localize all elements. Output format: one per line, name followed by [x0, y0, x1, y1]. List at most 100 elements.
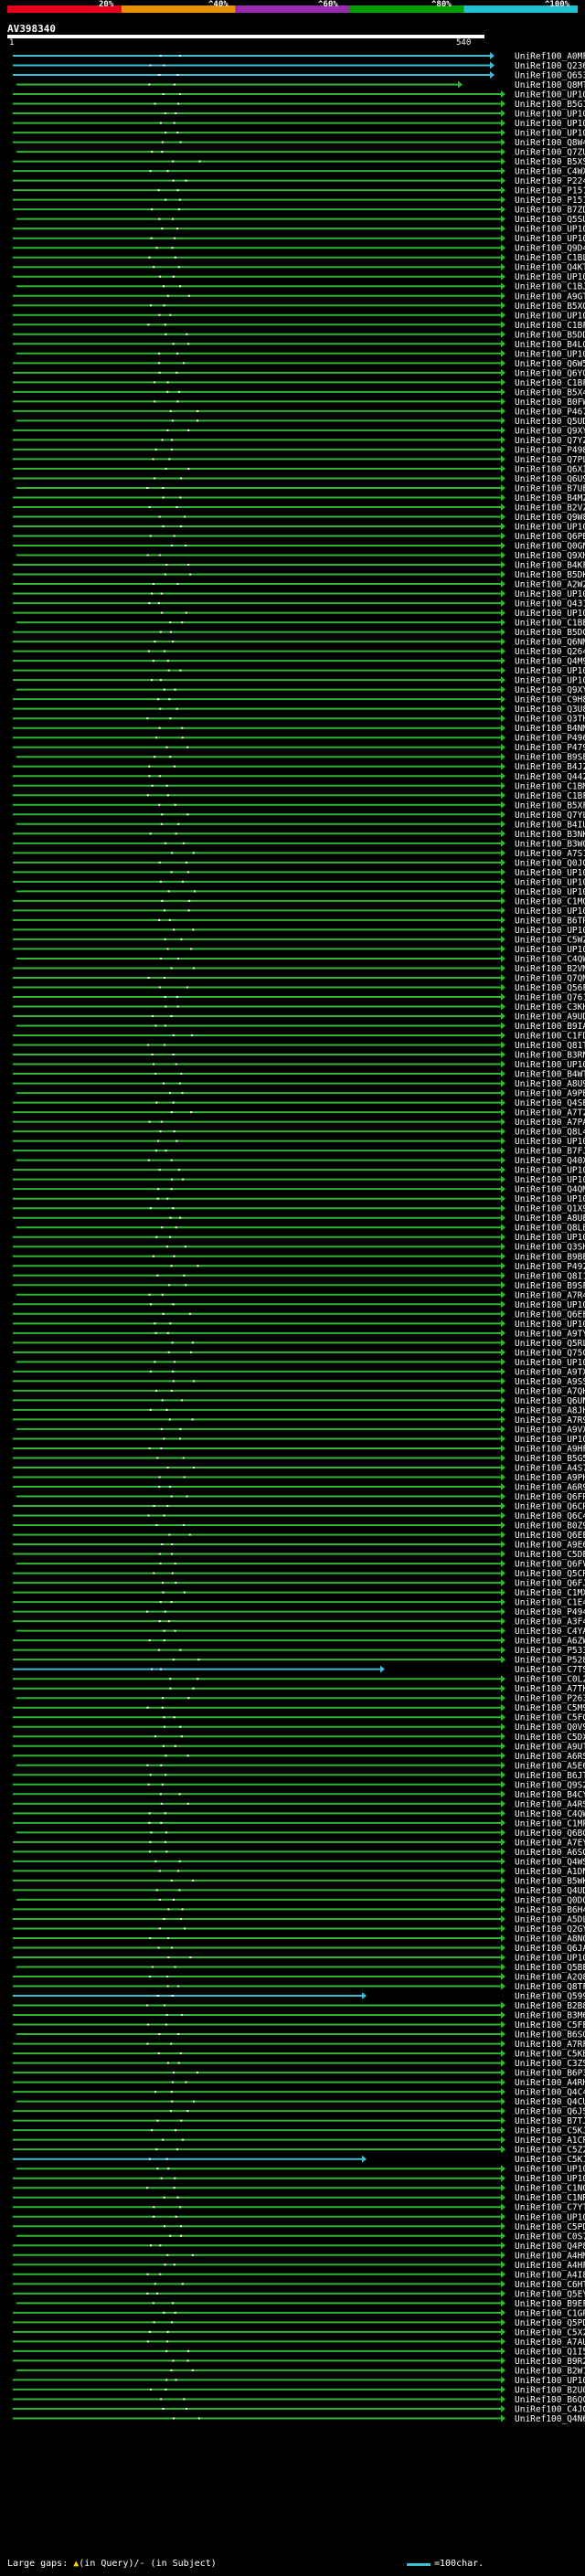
hit-name-link[interactable]: UniRef100_C7TS56 — [515, 1665, 585, 1675]
hit-row[interactable]: UniRef100_UP1000... — [13, 1320, 585, 1330]
hit-row[interactable]: UniRef100_A9HFA0 — [13, 1444, 585, 1454]
hit-name-link[interactable]: UniRef100_A9UT63 — [515, 1742, 585, 1752]
hit-row[interactable]: UniRef100_C5KB00 — [13, 2050, 585, 2060]
hit-name-link[interactable]: UniRef100_Q6W5Q2 — [515, 359, 585, 369]
hit-name-link[interactable]: UniRef100_A2W2C3 — [515, 580, 585, 590]
hit-name-link[interactable]: UniRef100_Q43138 — [515, 599, 585, 610]
hit-name-link[interactable]: UniRef100_Q5RLY8 — [515, 1339, 585, 1349]
hit-row[interactable]: UniRef100_A2W2C3 — [13, 580, 585, 590]
hit-name-link[interactable]: UniRef100_Q4M9M0 — [515, 657, 585, 667]
hit-row[interactable]: UniRef100_B4J219 — [13, 762, 585, 772]
hit-name-link[interactable]: UniRef100_UP1000... — [515, 609, 585, 619]
hit-name-link[interactable]: UniRef100_A1DN72 — [515, 1867, 585, 1877]
hit-row[interactable]: UniRef100_UP1000... — [13, 589, 585, 599]
hit-row[interactable]: UniRef100_B9R2C6 — [13, 2357, 585, 2367]
hit-name-link[interactable]: UniRef100_P47962 — [515, 743, 585, 753]
hit-row[interactable]: UniRef100_C1NRD6 — [13, 2193, 585, 2203]
hit-name-link[interactable]: UniRef100_B5XSS8 — [515, 157, 585, 167]
hit-name-link[interactable]: UniRef100_B9EFM2 — [515, 2299, 585, 2309]
hit-name-link[interactable]: UniRef100_Q6EE83 — [515, 1309, 585, 1320]
hit-row[interactable]: UniRef100_Q3TKR5 — [13, 715, 585, 725]
hit-row[interactable]: UniRef100_Q6JAM5 — [13, 1944, 585, 1954]
hit-name-link[interactable]: UniRef100_Q4N6R4 — [515, 2414, 585, 2424]
hit-name-link[interactable]: UniRef100_B7UEB4 — [515, 483, 585, 493]
hit-row[interactable]: UniRef100_A9PH69 — [13, 1473, 585, 1483]
hit-row[interactable]: UniRef100_B9BEM3 — [13, 1252, 585, 1262]
hit-name-link[interactable]: UniRef100_C4JCX7 — [515, 2404, 585, 2414]
hit-row[interactable]: UniRef100_A1DN72 — [13, 1867, 585, 1877]
hit-row[interactable]: UniRef100_A5E640 — [16, 1761, 585, 1771]
hit-name-link[interactable]: UniRef100_B7TJH5 — [515, 2116, 585, 2126]
hit-name-link[interactable]: UniRef100_Q7YL67 — [515, 811, 585, 821]
hit-name-link[interactable]: UniRef100_B3M696 — [515, 2011, 585, 2021]
hit-row[interactable]: UniRef100_B0Z9K8 — [13, 1521, 585, 1532]
hit-name-link[interactable]: UniRef100_P15125 — [515, 196, 585, 206]
hit-name-link[interactable]: UniRef100_UP1000... — [515, 2174, 585, 2184]
hit-row[interactable]: UniRef100_B4LQQ5 — [13, 340, 585, 350]
hit-row[interactable]: UniRef100_Q8W417 — [13, 138, 585, 148]
hit-name-link[interactable]: UniRef100_UP1000... — [515, 1060, 585, 1070]
hit-row[interactable]: UniRef100_UP1000... — [13, 2212, 585, 2222]
hit-name-link[interactable]: UniRef100_P49885 — [515, 445, 585, 455]
hit-name-link[interactable]: UniRef100_A9TYC5 — [515, 1329, 585, 1339]
hit-name-link[interactable]: UniRef100_B7FJX5 — [515, 1147, 585, 1157]
hit-name-link[interactable]: UniRef100_B9R2C6 — [515, 2357, 585, 2367]
hit-row[interactable]: UniRef100_Q3U850 — [13, 705, 585, 715]
hit-name-link[interactable]: UniRef100_Q5UDW5 — [515, 417, 585, 427]
hit-row[interactable]: UniRef100_UP1000... — [13, 666, 585, 676]
hit-row[interactable]: UniRef100_Q9D4Y7 — [13, 244, 585, 254]
hit-row[interactable]: UniRef100_B2B802 — [13, 2001, 585, 2011]
hit-name-link[interactable]: UniRef100_A7AUD5 — [515, 2337, 585, 2348]
hit-row[interactable]: UniRef100_A7QHY5 — [13, 1386, 585, 1396]
hit-name-link[interactable]: UniRef100_Q0V9V2 — [515, 1723, 585, 1733]
hit-row[interactable]: UniRef100_UP1000... — [13, 2376, 585, 2386]
hit-name-link[interactable]: UniRef100_Q65353 — [515, 71, 585, 81]
hit-row[interactable]: UniRef100_Q6BGU2 — [16, 1829, 585, 1839]
hit-name-link[interactable]: UniRef100_P26321 — [515, 1694, 585, 1704]
hit-row[interactable]: UniRef100_C1BF77 — [13, 378, 585, 388]
hit-row[interactable]: UniRef100_C5M9AZ — [13, 1703, 585, 1713]
hit-row[interactable]: UniRef100_P15126 — [13, 186, 585, 196]
hit-row[interactable]: UniRef100_Q1I5B9 — [13, 2347, 585, 2357]
hit-name-link[interactable]: UniRef100_Q4CUQ9 — [515, 2097, 585, 2107]
hit-row[interactable]: UniRef100_B5DGK8 — [13, 628, 585, 638]
hit-name-link[interactable]: UniRef100_B2W1Q9 — [515, 2366, 585, 2376]
hit-row[interactable]: UniRef100_B2VZ25 — [13, 503, 585, 513]
hit-row[interactable]: UniRef100_Q65353 — [13, 71, 585, 81]
hit-name-link[interactable]: UniRef100_Q6JS59 — [515, 2107, 585, 2117]
hit-name-link[interactable]: UniRef100_UP1000... — [515, 129, 585, 139]
hit-row[interactable]: UniRef100_C5WZW1 — [13, 935, 585, 945]
hit-row[interactable]: UniRef100_C6HTG2 — [13, 2280, 585, 2290]
hit-row[interactable]: UniRef100_A0MF55 — [13, 52, 585, 62]
hit-row[interactable]: UniRef100_B0FWK5 — [13, 398, 585, 408]
hit-name-link[interactable]: UniRef100_A8UEW1 — [515, 1214, 585, 1224]
hit-name-link[interactable]: UniRef100_A9HFA0 — [515, 1444, 585, 1454]
hit-name-link[interactable]: UniRef100_Q6FRF9 — [515, 1492, 585, 1502]
hit-row[interactable]: UniRef100_Q3SHU5 — [13, 1243, 585, 1253]
hit-row[interactable]: UniRef100_B5DK39 — [13, 570, 585, 580]
hit-name-link[interactable]: UniRef100_UP1000... — [515, 225, 585, 235]
hit-name-link[interactable]: UniRef100_Q6YQB1 — [515, 368, 585, 378]
hit-row[interactable]: UniRef100_A8JHA7 — [13, 1405, 585, 1415]
hit-row[interactable]: UniRef100_UP1000... — [13, 1953, 585, 1963]
hit-name-link[interactable]: UniRef100_UP1000... — [515, 1166, 585, 1176]
hit-name-link[interactable]: UniRef100_P22451 — [515, 176, 585, 186]
hit-row[interactable]: UniRef100_Q4UDE7 — [13, 1886, 585, 1896]
hit-name-link[interactable]: UniRef100_Q6FJY0 — [515, 1579, 585, 1589]
hit-name-link[interactable]: UniRef100_A5DL86 — [515, 1914, 585, 1924]
hit-name-link[interactable]: UniRef100_B4KFT7 — [515, 561, 585, 571]
hit-row[interactable]: UniRef100_UP1000... — [13, 1137, 585, 1147]
hit-row[interactable]: UniRef100_C9H8E8 — [13, 695, 585, 705]
hit-name-link[interactable]: UniRef100_A3F434 — [515, 1617, 585, 1627]
hit-row[interactable]: UniRef100_A9UT63 — [13, 1742, 585, 1752]
hit-name-link[interactable]: UniRef100_Q9XYM6 — [515, 426, 585, 436]
hit-name-link[interactable]: UniRef100_A8N0D9 — [515, 1934, 585, 1944]
hit-row[interactable]: UniRef100_Q6JS59 — [13, 2107, 585, 2117]
hit-name-link[interactable]: UniRef100_Q4P8T2 — [515, 2242, 585, 2252]
hit-name-link[interactable]: UniRef100_UP1000... — [515, 926, 585, 936]
hit-name-link[interactable]: UniRef100_Q6XIM1 — [515, 464, 585, 474]
hit-name-link[interactable]: UniRef100_Q6FVD7 — [515, 1560, 585, 1570]
hit-name-link[interactable]: UniRef100_Q4QMN3 — [515, 1185, 585, 1195]
hit-name-link[interactable]: UniRef100_Q6C428 — [515, 1511, 585, 1521]
hit-row[interactable]: UniRef100_B9IA24 — [16, 1022, 585, 1032]
